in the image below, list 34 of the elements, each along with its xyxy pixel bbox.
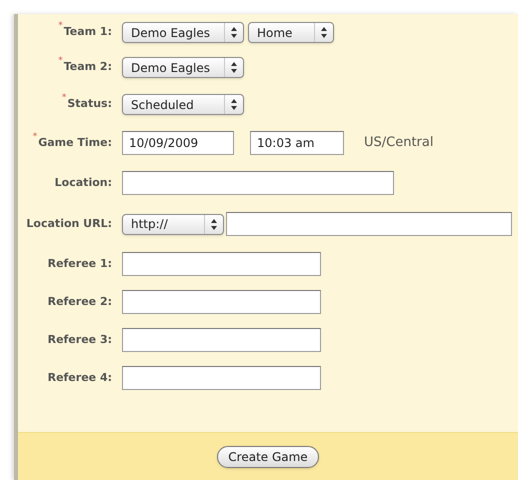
required-marker: * [32, 130, 38, 144]
text-field[interactable] [226, 212, 512, 236]
timezone-text: US/Central [364, 134, 434, 152]
field-label: Location: [54, 174, 112, 191]
field-label: Status: [67, 96, 112, 112]
required-marker: * [58, 55, 63, 68]
updown-arrows-icon [231, 27, 237, 38]
field-label: Game Time: [38, 134, 112, 151]
text-field[interactable] [122, 290, 321, 314]
field-label: Referee 2: [48, 294, 112, 310]
required-marker: * [58, 20, 63, 34]
select-dropdown[interactable]: Demo Eagles [122, 57, 244, 78]
updown-arrows-icon [231, 99, 237, 110]
updown-arrows-icon [231, 62, 237, 73]
updown-arrows-icon [211, 218, 217, 230]
field-label: Team 2: [64, 59, 112, 76]
field-label: Referee 1: [48, 256, 112, 272]
text-field[interactable] [122, 252, 321, 276]
create-game-button[interactable]: Create Game [217, 446, 319, 468]
field-label: Location URL: [26, 216, 112, 232]
select-dropdown[interactable]: http:// [122, 214, 224, 234]
text-field[interactable]: 10:03 am [250, 131, 344, 155]
select-dropdown[interactable]: Demo Eagles [122, 22, 244, 43]
select-dropdown[interactable]: Home [248, 22, 334, 43]
text-field[interactable] [122, 328, 321, 352]
required-marker: * [62, 92, 66, 106]
text-field[interactable]: 10/09/2009 [122, 131, 234, 155]
text-field[interactable] [122, 171, 394, 195]
select-dropdown[interactable]: Scheduled [122, 94, 244, 115]
field-label: Referee 3: [48, 332, 112, 348]
updown-arrows-icon [321, 27, 327, 38]
text-field[interactable] [122, 366, 321, 390]
field-label: Team 1: [64, 24, 112, 40]
field-label: Referee 4: [48, 370, 112, 386]
